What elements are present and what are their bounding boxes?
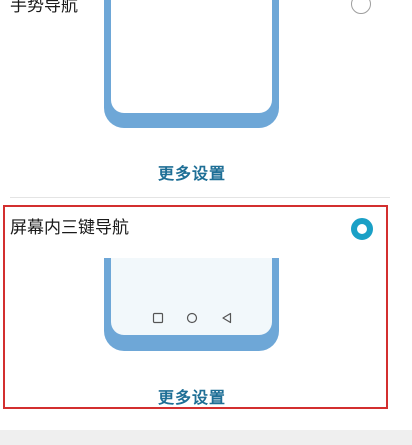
three-key-phone-illustration	[104, 258, 279, 351]
gesture-phone-illustration	[104, 0, 279, 128]
phone-screen	[111, 0, 272, 113]
triangle-back-icon	[222, 312, 232, 324]
three-key-more-settings-link[interactable]: 更多设置	[158, 384, 226, 408]
phone-screen	[111, 258, 272, 335]
gesture-more-settings-link[interactable]: 更多设置	[158, 160, 226, 184]
section-separator	[0, 430, 412, 445]
square-recent-icon	[152, 312, 164, 324]
gesture-navigation-radio[interactable]	[351, 0, 371, 14]
gesture-navigation-label[interactable]: 手势导航	[10, 0, 78, 16]
three-key-navigation-label[interactable]: 屏幕内三键导航	[10, 218, 129, 238]
circle-home-icon	[186, 312, 198, 324]
three-key-navigation-radio[interactable]	[351, 218, 373, 240]
divider	[10, 197, 390, 198]
